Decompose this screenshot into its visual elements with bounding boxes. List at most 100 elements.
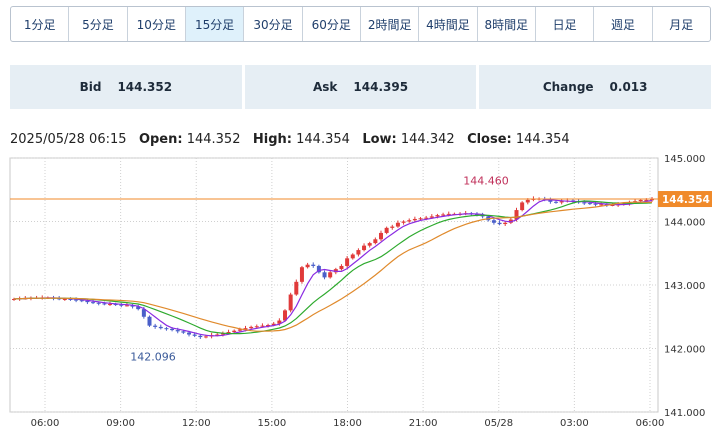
- candle-body: [203, 336, 208, 338]
- candle-body: [254, 326, 259, 328]
- candle-body: [339, 265, 344, 270]
- candle-body: [198, 335, 203, 338]
- candle-body: [593, 203, 598, 205]
- x-tick-label: 21:00: [409, 418, 438, 429]
- tab-timeframe[interactable]: 8時間足: [478, 7, 536, 41]
- candle-body: [362, 245, 367, 251]
- y-tick-label: 145.000: [664, 154, 705, 165]
- tab-timeframe[interactable]: 1分足: [11, 7, 70, 41]
- timeframe-tabs: 1分足 5分足 10分足 15分足 30分足 60分足 2時間足 4時間足 8時間足 日足 週足 月足: [10, 6, 711, 42]
- candle-body: [418, 218, 423, 220]
- tab-timeframe[interactable]: 60分足: [303, 7, 361, 41]
- candle-body: [441, 214, 446, 216]
- candle-body: [305, 264, 310, 268]
- bid-label: Bid: [79, 80, 102, 94]
- candle-body: [164, 328, 169, 330]
- candle-body: [181, 331, 186, 333]
- tab-timeframe[interactable]: 4時間足: [419, 7, 478, 41]
- candle-body: [170, 328, 175, 331]
- candle-body: [587, 203, 592, 205]
- change-box: Change 0.013: [479, 65, 712, 109]
- candle-body: [299, 267, 304, 282]
- candle-body: [497, 222, 502, 225]
- ask-value: 144.395: [353, 80, 409, 94]
- candle-body: [102, 303, 107, 305]
- y-tick-label: 144.000: [664, 218, 705, 229]
- tab-timeframe[interactable]: 15分足: [185, 7, 245, 41]
- close-value: 144.354: [515, 132, 570, 147]
- y-tick-label: 142.000: [664, 345, 705, 356]
- ask-label: Ask: [312, 80, 338, 94]
- candle-body: [525, 199, 530, 203]
- high-label: High:: [252, 132, 292, 147]
- change-label: Change: [542, 80, 594, 94]
- quote-panel: Bid 144.352 Ask 144.395 Change 0.013: [10, 65, 712, 109]
- tab-timeframe[interactable]: 週足: [594, 7, 653, 41]
- candle-body: [232, 330, 237, 332]
- candle-body: [187, 332, 192, 335]
- tab-timeframe[interactable]: 日足: [536, 7, 595, 41]
- candle-body: [322, 272, 327, 278]
- candle-body: [345, 258, 350, 266]
- candle-body: [249, 326, 254, 329]
- x-tick-label: 09:00: [106, 418, 135, 429]
- tab-timeframe[interactable]: 月足: [653, 7, 710, 41]
- candle-body: [350, 254, 355, 259]
- high-value: 144.354: [296, 132, 350, 147]
- high-annotation: 144.460: [463, 174, 509, 187]
- candle-body: [124, 305, 129, 307]
- candle-body: [503, 222, 508, 225]
- x-tick-label: 06:00: [636, 418, 665, 429]
- x-tick-label: 03:00: [560, 418, 589, 429]
- low-label: Low:: [362, 132, 397, 147]
- tab-timeframe[interactable]: 30分足: [244, 7, 303, 41]
- candle-body: [582, 202, 587, 204]
- x-tick-label: 05/28: [484, 418, 513, 429]
- tab-timeframe[interactable]: 2時間足: [361, 7, 420, 41]
- candle-body: [384, 227, 389, 233]
- tab-timeframe[interactable]: 10分足: [128, 7, 186, 41]
- x-tick-label: 06:00: [31, 418, 60, 429]
- low-value: 144.342: [400, 132, 455, 147]
- candle-body: [328, 272, 333, 278]
- candle-body: [175, 330, 180, 332]
- tab-timeframe[interactable]: 5分足: [69, 7, 128, 41]
- candle-body: [107, 304, 112, 306]
- candle-body: [412, 218, 417, 221]
- ohlc-readout: 2025/05/28 06:15 Open: 144.352 High: 144…: [10, 132, 570, 147]
- candle-body: [62, 298, 67, 300]
- candle-body: [192, 334, 197, 336]
- change-value: 0.013: [609, 80, 648, 94]
- candle-body: [147, 316, 152, 326]
- candle-body: [435, 215, 440, 217]
- x-tick-label: 18:00: [333, 418, 362, 429]
- candle-body: [91, 302, 96, 304]
- y-tick-label: 141.000: [664, 408, 705, 419]
- candle-body: [311, 264, 316, 266]
- bid-value: 144.352: [117, 80, 173, 94]
- bid-box: Bid 144.352: [10, 65, 242, 109]
- candle-body: [390, 226, 395, 228]
- current-price-label: 144.354: [662, 194, 710, 206]
- candle-body: [373, 239, 378, 244]
- candle-body: [367, 243, 372, 246]
- price-chart[interactable]: 145.000144.000143.000142.000141.00006:00…: [0, 150, 720, 437]
- candle-body: [407, 220, 412, 222]
- close-label: Close:: [467, 132, 512, 147]
- x-tick-label: 12:00: [182, 418, 211, 429]
- open-label: Open:: [138, 132, 183, 147]
- candle-body: [356, 250, 361, 255]
- candle-body: [96, 302, 101, 304]
- ohlc-datetime: 2025/05/28 06:15: [10, 132, 127, 147]
- candle-body: [158, 326, 163, 329]
- candle-body: [401, 221, 406, 223]
- candle-body: [520, 202, 525, 211]
- y-tick-label: 143.000: [664, 281, 705, 292]
- candle-body: [491, 220, 496, 223]
- low-annotation: 142.096: [130, 350, 176, 363]
- candle-body: [395, 222, 400, 227]
- candle-body: [153, 325, 158, 327]
- candle-body: [288, 294, 293, 311]
- candle-body: [378, 232, 383, 240]
- candle-body: [294, 281, 299, 295]
